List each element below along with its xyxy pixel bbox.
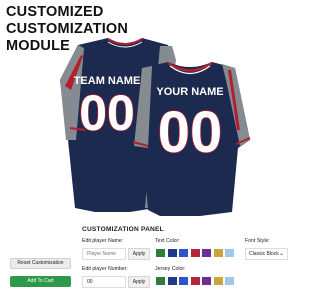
- player-number-label: Edit player Number:: [82, 266, 128, 272]
- jersey-preview: TEAM NAME 00 YOUR NAME 00: [60, 38, 251, 216]
- jersey-color-swatch[interactable]: [166, 276, 178, 286]
- jersey-color-swatch[interactable]: [212, 276, 224, 286]
- jersey-color-label: Jersey Color:: [155, 266, 186, 272]
- jersey-color-swatch[interactable]: [201, 276, 212, 286]
- player-name-input[interactable]: [82, 248, 126, 260]
- jersey-color-swatch[interactable]: [224, 276, 235, 286]
- jersey-color-swatch[interactable]: [155, 276, 166, 286]
- reset-customization-button[interactable]: Reset Customization: [10, 258, 71, 269]
- text-color-swatch[interactable]: [201, 248, 212, 258]
- text-color-swatch[interactable]: [178, 248, 189, 258]
- text-color-label: Text Color:: [155, 238, 180, 244]
- jersey-color-swatch[interactable]: [189, 276, 201, 286]
- jersey-front-name: YOUR NAME: [156, 86, 223, 98]
- add-to-cart-button[interactable]: Add To Cart: [10, 276, 71, 287]
- jersey-color-swatch[interactable]: [178, 276, 189, 286]
- text-color-swatch[interactable]: [224, 248, 235, 258]
- jersey-front: YOUR NAME 00: [132, 61, 251, 216]
- text-color-swatch[interactable]: [212, 248, 224, 258]
- apply-number-button[interactable]: Apply: [128, 276, 150, 288]
- player-name-label: Edit player Name:: [82, 238, 124, 244]
- font-style-select[interactable]: Classic Block ⌄: [245, 248, 288, 260]
- player-number-input[interactable]: [82, 276, 126, 288]
- chevron-down-icon: ⌄: [278, 251, 284, 257]
- text-color-swatch[interactable]: [155, 248, 166, 258]
- font-style-label: Font Style:: [245, 238, 270, 244]
- panel-title: CUSTOMIZATION PANEL: [82, 226, 164, 233]
- jersey-front-number: 00: [158, 100, 223, 165]
- text-color-swatch[interactable]: [189, 248, 201, 258]
- jersey-back-number: 00: [79, 85, 135, 141]
- apply-name-button[interactable]: Apply: [128, 248, 150, 260]
- font-style-value: Classic Block: [249, 251, 279, 257]
- text-color-swatch[interactable]: [166, 248, 178, 258]
